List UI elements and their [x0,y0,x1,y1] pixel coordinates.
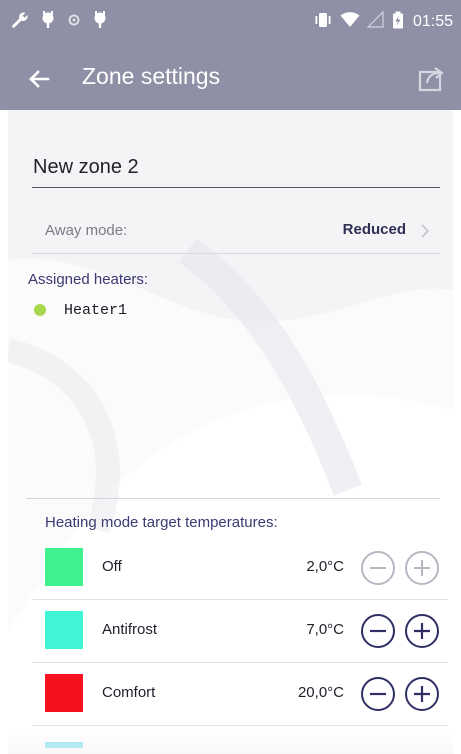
away-mode-label: Away mode: [45,222,128,239]
arrow-left-icon [29,70,50,88]
decrease-button[interactable] [360,613,396,649]
notification-icon [92,10,108,35]
mode-name: Comfort [102,684,156,701]
signal-icon [366,10,385,34]
mode-temperature: 20,0°C [297,684,344,701]
status-left-icons [10,10,108,34]
away-mode-value: Reduced [342,221,406,238]
increase-button[interactable] [404,676,440,712]
minus-circle-icon [361,551,395,585]
mode-row-off: Off 2,0°C [32,538,448,600]
heater-list-item[interactable]: Heater1 [34,299,127,321]
battery-icon [392,11,404,34]
mode-color-swatch [45,674,83,712]
vibrate-icon [313,11,333,34]
plus-circle-icon [405,677,439,711]
mode-row-antifrost: Antifrost 7,0°C [32,601,448,663]
scroll-fade [8,730,453,754]
divider [26,498,440,499]
zone-settings-content: Away mode: Reduced Assigned heaters: Hea… [8,110,453,754]
wrench-icon [10,10,30,35]
mode-name: Off [102,558,122,575]
minus-circle-icon [361,614,395,648]
share-icon [418,67,444,92]
app-bar: Zone settings [0,48,461,110]
plus-circle-icon [405,551,439,585]
phone-screen: 01:55 Zone settings Away mode: [0,0,461,754]
heater-name: Heater1 [64,301,128,319]
mode-temperature: 2,0°C [306,558,344,575]
decrease-button[interactable] [360,550,396,586]
status-time: 01:55 [412,13,453,30]
mode-temperature: 7,0°C [306,621,344,638]
plus-circle-icon [405,614,439,648]
notification-icon [40,10,56,35]
back-button[interactable] [22,61,58,97]
zone-name-input[interactable] [32,152,440,188]
share-button[interactable] [415,62,449,96]
notification-icon [66,10,82,35]
temperatures-header: Heating mode target temperatures: [45,514,278,531]
mode-color-swatch [45,611,83,649]
status-bar: 01:55 [0,0,461,48]
mode-name: Antifrost [102,621,158,638]
chevron-right-icon [421,224,430,238]
minus-circle-icon [361,677,395,711]
increase-button[interactable] [404,613,440,649]
increase-button[interactable] [404,550,440,586]
heater-status-dot [34,304,46,316]
assigned-heaters-label: Assigned heaters: [28,271,149,288]
page-title: Zone settings [82,63,221,89]
wifi-icon [340,11,360,34]
decrease-button[interactable] [360,676,396,712]
mode-color-swatch [45,548,83,586]
mode-row-comfort: Comfort 20,0°C [32,664,448,726]
status-right-icons: 01:55 [313,10,453,34]
away-mode-row[interactable]: Away mode: Reduced [32,210,440,254]
